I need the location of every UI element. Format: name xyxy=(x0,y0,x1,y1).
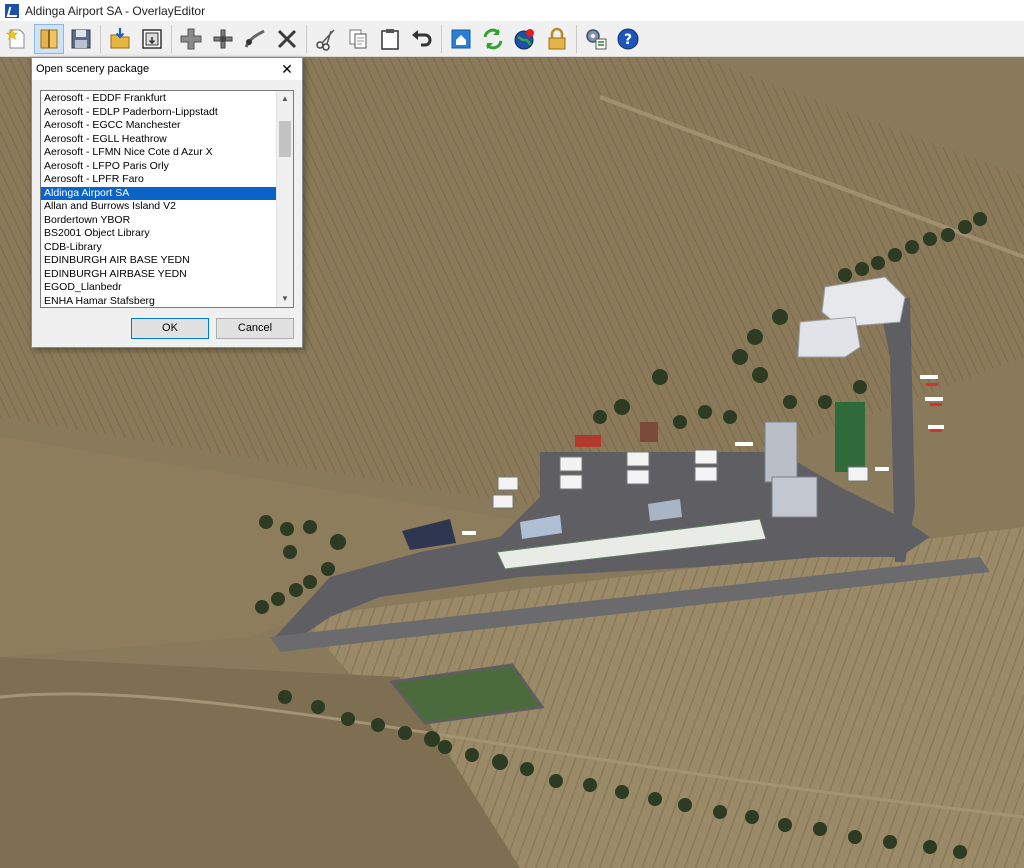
home-icon xyxy=(451,29,471,48)
refresh-button[interactable] xyxy=(478,24,508,54)
add-plus-icon xyxy=(180,28,202,49)
import-folder-icon xyxy=(110,27,130,48)
scenery-package-list[interactable]: Aerosoft - EDDF Frankfurt Aerosoft - EDLP… xyxy=(40,90,294,308)
list-item[interactable]: Aerosoft - LFPO Paris Orly xyxy=(41,160,278,174)
app-logo-icon xyxy=(5,3,19,18)
undo-icon xyxy=(412,29,432,46)
dialog-title: Open scenery package xyxy=(36,63,150,75)
list-item[interactable]: Allan and Burrows Island V2 xyxy=(41,200,278,214)
list-item[interactable]: Aldinga Airport SA xyxy=(41,186,278,200)
refresh-icon xyxy=(483,28,503,49)
red-roof-building xyxy=(640,422,658,442)
toolbar-separator xyxy=(441,24,442,53)
add-node-icon xyxy=(213,29,233,48)
undo-button[interactable] xyxy=(407,24,437,54)
open-book-icon xyxy=(40,29,58,48)
scroll-down-arrow-icon[interactable]: ▼ xyxy=(277,291,293,307)
bezier-node-icon xyxy=(244,29,265,48)
list-item[interactable]: CDB-Library xyxy=(41,241,278,255)
hangar-building xyxy=(797,316,861,358)
hangar-building xyxy=(764,421,798,483)
list-item[interactable]: EDINBURGH AIR BASE YEDN xyxy=(41,254,278,268)
list-item[interactable]: Aerosoft - EDDF Frankfurt xyxy=(41,92,278,106)
list-item[interactable]: EDINBURGH AIRBASE YEDN xyxy=(41,268,278,282)
window-titlebar: Aldinga Airport SA - OverlayEditor xyxy=(0,0,1024,21)
list-item[interactable]: EGOD_Llanbedr xyxy=(41,281,278,295)
list-item[interactable]: BS2001 Object Library xyxy=(41,227,278,241)
list-item[interactable]: Aerosoft - EGLL Heathrow xyxy=(41,133,278,147)
export-frame-icon xyxy=(142,28,162,49)
lock-icon xyxy=(548,27,566,49)
toolbar-separator xyxy=(576,24,577,53)
save-button[interactable] xyxy=(66,24,96,54)
help-icon: ? xyxy=(617,28,639,49)
home-button[interactable] xyxy=(446,24,476,54)
add-node-button[interactable] xyxy=(208,24,238,54)
open-button[interactable] xyxy=(34,23,64,54)
import-button[interactable] xyxy=(105,24,135,54)
copy-button[interactable] xyxy=(343,24,373,54)
hangar-building xyxy=(771,476,818,518)
list-items: Aerosoft - EDDF Frankfurt Aerosoft - EDLP… xyxy=(41,92,278,308)
toolbar-separator xyxy=(100,24,101,53)
save-disk-icon xyxy=(71,29,91,48)
cut-button[interactable] xyxy=(311,24,341,54)
list-item[interactable]: Aerosoft - EDLP Paderborn-Lippstadt xyxy=(41,106,278,120)
dialog-titlebar: Open scenery package ✕ xyxy=(32,58,302,80)
list-item[interactable]: Aerosoft - EGCC Manchester xyxy=(41,119,278,133)
list-scrollbar[interactable]: ▲ ▼ xyxy=(276,91,293,307)
copy-icon xyxy=(349,29,367,48)
main-toolbar: ? xyxy=(0,21,1024,57)
list-item[interactable]: Bordertown YBOR xyxy=(41,214,278,228)
add-object-button[interactable] xyxy=(176,24,206,54)
list-item[interactable]: Aerosoft - LPFR Faro xyxy=(41,173,278,187)
delete-x-icon xyxy=(277,29,297,48)
delete-button[interactable] xyxy=(272,24,302,54)
close-icon[interactable]: ✕ xyxy=(278,60,296,78)
cut-scissors-icon xyxy=(316,28,335,51)
paste-button[interactable] xyxy=(375,24,405,54)
ok-button[interactable]: OK xyxy=(131,318,209,339)
globe-button[interactable] xyxy=(510,24,540,54)
open-scenery-dialog: Open scenery package ✕ Aerosoft - EDDF F… xyxy=(31,57,303,348)
globe-icon xyxy=(514,28,534,49)
new-button[interactable] xyxy=(2,24,32,54)
paste-clipboard-icon xyxy=(381,28,399,50)
scroll-up-arrow-icon[interactable]: ▲ xyxy=(277,91,293,107)
toolbar-separator xyxy=(171,24,172,53)
help-button[interactable]: ? xyxy=(613,24,643,54)
green-hangar xyxy=(835,402,865,472)
cancel-button[interactable]: Cancel xyxy=(216,318,294,339)
list-item[interactable]: ENHA Hamar Stafsberg xyxy=(41,295,278,308)
window-title: Aldinga Airport SA - OverlayEditor xyxy=(25,3,206,18)
scroll-thumb[interactable] xyxy=(279,121,291,157)
export-button[interactable] xyxy=(137,24,167,54)
red-roof-building xyxy=(575,435,601,447)
preferences-button[interactable] xyxy=(581,24,611,54)
toolbar-separator xyxy=(306,24,307,53)
list-item[interactable]: Aerosoft - LFMN Nice Cote d Azur X xyxy=(41,146,278,160)
preferences-icon xyxy=(586,28,607,49)
new-star-icon xyxy=(5,27,25,48)
lock-button[interactable] xyxy=(542,24,572,54)
bezier-button[interactable] xyxy=(240,24,270,54)
svg-text:?: ? xyxy=(624,32,632,48)
